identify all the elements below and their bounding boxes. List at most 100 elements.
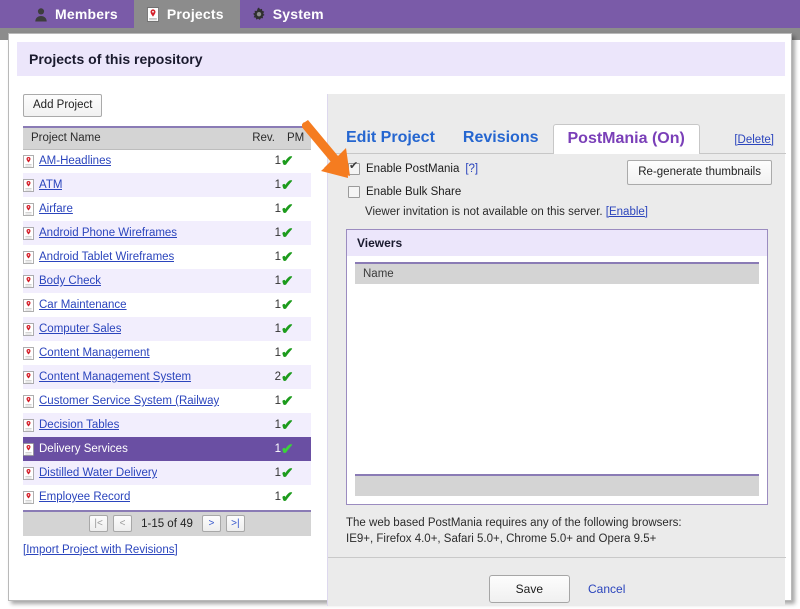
cell-rev: 1 — [243, 437, 281, 461]
browser-note-line-2: IE9+, Firefox 4.0+, Safari 5.0+, Chrome … — [346, 531, 766, 547]
project-pin-icon — [23, 491, 34, 504]
postmania-help-link[interactable]: [?] — [465, 163, 478, 175]
postmania-enabled-check-icon: ✔ — [281, 297, 294, 314]
pager-last-button[interactable]: >| — [226, 515, 245, 532]
project-name-link[interactable]: Delivery Services — [39, 443, 128, 455]
nav-tab-system[interactable]: System — [240, 0, 340, 28]
delete-project-link[interactable]: [Delete] — [734, 134, 774, 146]
nav-tab-members[interactable]: Members — [22, 0, 134, 28]
enable-bulk-share-checkbox[interactable] — [348, 186, 360, 198]
table-row[interactable]: Airfare1✔ — [23, 197, 311, 221]
cell-project-name: ATM — [23, 173, 243, 197]
column-header-rev[interactable]: Rev. — [243, 127, 281, 149]
project-pin-icon — [23, 179, 34, 192]
project-name-link[interactable]: Employee Record — [39, 491, 130, 503]
table-row[interactable]: Delivery Services 1✔ — [23, 437, 311, 461]
project-pin-icon — [23, 155, 34, 168]
project-name-link[interactable]: Distilled Water Delivery — [39, 467, 157, 479]
cell-pm: ✔ — [281, 341, 311, 365]
tab-revisions[interactable]: Revisions — [449, 129, 553, 153]
project-name-link[interactable]: ATM — [39, 179, 62, 191]
project-tab-strip: Edit Project Revisions PostMania (On) [D… — [328, 124, 786, 154]
project-name-link[interactable]: Content Management — [39, 347, 150, 359]
table-row[interactable]: Android Tablet Wireframes 1✔ — [23, 245, 311, 269]
pager-first-button[interactable]: |< — [89, 515, 108, 532]
table-row[interactable]: Decision Tables1✔ — [23, 413, 311, 437]
cancel-link[interactable]: Cancel — [588, 582, 625, 596]
top-navigation: Members Projects System — [0, 0, 800, 28]
table-row[interactable]: Body Check1✔ — [23, 269, 311, 293]
project-name-link[interactable]: Customer Service System (Railway — [39, 395, 219, 407]
tab-postmania[interactable]: PostMania (On) — [553, 124, 700, 154]
pager-next-button[interactable]: > — [202, 515, 221, 532]
cell-pm: ✔ — [281, 149, 311, 173]
cell-project-name: Delivery Services — [23, 437, 243, 461]
cell-pm: ✔ — [281, 293, 311, 317]
button-bar-separator — [328, 557, 786, 558]
table-row[interactable]: Distilled Water Delivery1✔ — [23, 461, 311, 485]
cell-rev: 1 — [243, 389, 281, 413]
postmania-enabled-check-icon: ✔ — [281, 273, 294, 290]
viewers-column-header-name[interactable]: Name — [355, 262, 759, 284]
cell-rev: 1 — [243, 317, 281, 341]
table-row[interactable]: Employee Record 1✔ — [23, 485, 311, 509]
cell-project-name: Airfare — [23, 197, 243, 221]
viewer-invitation-enable-link[interactable]: [Enable] — [606, 206, 648, 218]
postmania-enabled-check-icon: ✔ — [281, 177, 294, 194]
project-name-link[interactable]: Body Check — [39, 275, 101, 287]
table-row[interactable]: AM-Headlines1✔ — [23, 149, 311, 173]
projects-table-body: AM-Headlines1✔ATM1✔Airfare1✔Android Phon… — [23, 149, 311, 509]
regenerate-thumbnails-button[interactable]: Re-generate thumbnails — [627, 160, 772, 185]
cell-pm: ✔ — [281, 389, 311, 413]
table-row[interactable]: Android Phone Wireframes1✔ — [23, 221, 311, 245]
postmania-enabled-check-icon: ✔ — [281, 489, 294, 506]
add-project-button[interactable]: Add Project — [23, 94, 102, 117]
project-name-link[interactable]: Airfare — [39, 203, 73, 215]
postmania-enabled-check-icon: ✔ — [281, 249, 294, 266]
viewers-grid-body[interactable] — [355, 284, 759, 474]
cell-pm: ✔ — [281, 173, 311, 197]
nav-tab-projects[interactable]: Projects — [134, 0, 240, 28]
table-row[interactable]: Car Maintenance1✔ — [23, 293, 311, 317]
project-name-link[interactable]: Android Phone Wireframes — [39, 227, 177, 239]
save-button[interactable]: Save — [489, 575, 570, 603]
postmania-enabled-check-icon: ✔ — [281, 465, 294, 482]
postmania-enabled-check-icon: ✔ — [281, 441, 294, 458]
button-bar: Save Cancel — [328, 569, 786, 609]
table-row[interactable]: Content Management System2✔ — [23, 365, 311, 389]
cell-rev: 1 — [243, 485, 281, 509]
column-header-project-name[interactable]: Project Name — [23, 127, 243, 149]
cell-rev: 1 — [243, 173, 281, 197]
pager-prev-button[interactable]: < — [113, 515, 132, 532]
project-name-wrapper: AM-Headlines — [23, 155, 243, 168]
project-name-link[interactable]: Decision Tables — [39, 419, 119, 431]
table-row[interactable]: Computer Sales1✔ — [23, 317, 311, 341]
project-name-link[interactable]: AM-Headlines — [39, 155, 111, 167]
column-header-pm[interactable]: PM — [281, 127, 311, 149]
import-project-with-revisions-link[interactable]: [Import Project with Revisions] — [23, 544, 178, 556]
project-name-wrapper: Distilled Water Delivery — [23, 467, 243, 480]
project-name-link[interactable]: Computer Sales — [39, 323, 121, 335]
project-name-link[interactable]: Content Management System — [39, 371, 191, 383]
cell-project-name: Computer Sales — [23, 317, 243, 341]
project-pin-icon — [23, 275, 34, 288]
tab-edit-project[interactable]: Edit Project — [328, 129, 449, 153]
cell-rev: 1 — [243, 245, 281, 269]
table-row[interactable]: Content Management 1✔ — [23, 341, 311, 365]
project-name-link[interactable]: Android Tablet Wireframes — [39, 251, 174, 263]
project-name-wrapper: Content Management — [23, 347, 243, 360]
project-pin-icon — [23, 299, 34, 312]
cell-project-name: Customer Service System (Railway — [23, 389, 243, 413]
enable-postmania-checkbox[interactable] — [348, 163, 360, 175]
table-row[interactable]: Customer Service System (Railway 1✔ — [23, 389, 311, 413]
pagination-bar: |< < 1-15 of 49 > >| — [23, 510, 311, 536]
project-name-wrapper: Android Tablet Wireframes — [23, 251, 243, 264]
cell-rev: 1 — [243, 341, 281, 365]
postmania-enabled-check-icon: ✔ — [281, 417, 294, 434]
table-row[interactable]: ATM 1✔ — [23, 173, 311, 197]
project-name-wrapper: ATM — [23, 179, 243, 192]
browser-requirements-note: The web based PostMania requires any of … — [346, 515, 766, 547]
cell-project-name: Car Maintenance — [23, 293, 243, 317]
project-name-link[interactable]: Car Maintenance — [39, 299, 127, 311]
cell-project-name: Content Management — [23, 341, 243, 365]
